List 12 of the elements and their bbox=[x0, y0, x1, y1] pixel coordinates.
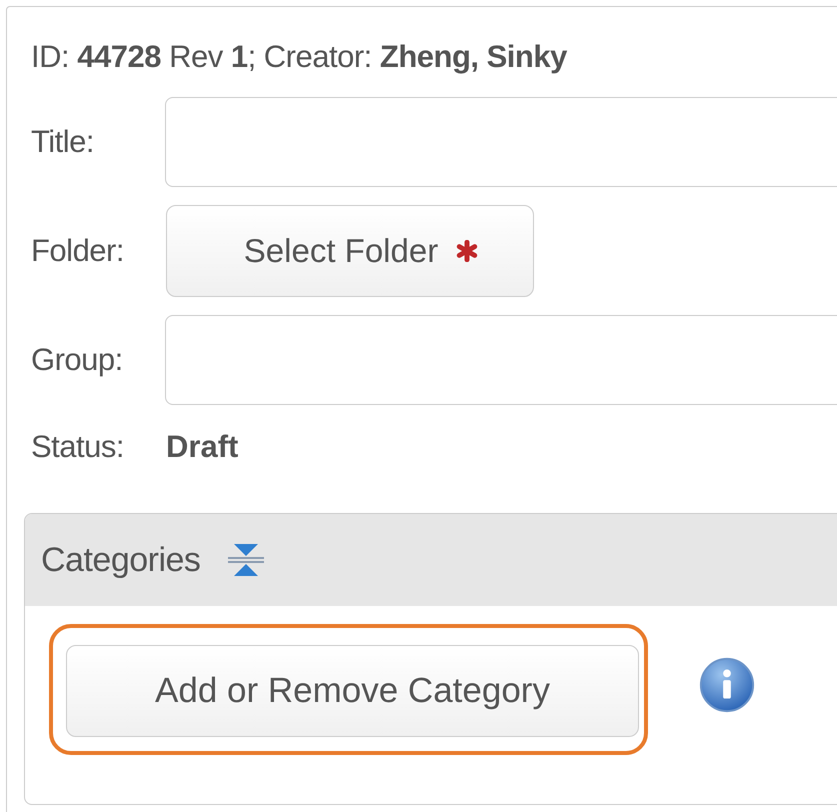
record-info: ID: 44728 Rev 1; Creator: Zheng, Sinky bbox=[31, 38, 568, 76]
field-label: Folder: bbox=[31, 233, 125, 269]
field-label: Group: bbox=[31, 342, 124, 378]
info-icon[interactable] bbox=[698, 656, 756, 714]
categories-title: Categories bbox=[41, 540, 200, 580]
select-folder-button[interactable]: Select Folder bbox=[166, 205, 534, 297]
field-label: Status: bbox=[31, 429, 125, 465]
field-label: Title: bbox=[31, 124, 96, 160]
status-value: Draft bbox=[166, 429, 238, 465]
input-field[interactable] bbox=[165, 315, 837, 405]
add-remove-category-button[interactable]: Add or Remove Category bbox=[66, 645, 639, 737]
input-field[interactable] bbox=[165, 97, 837, 187]
